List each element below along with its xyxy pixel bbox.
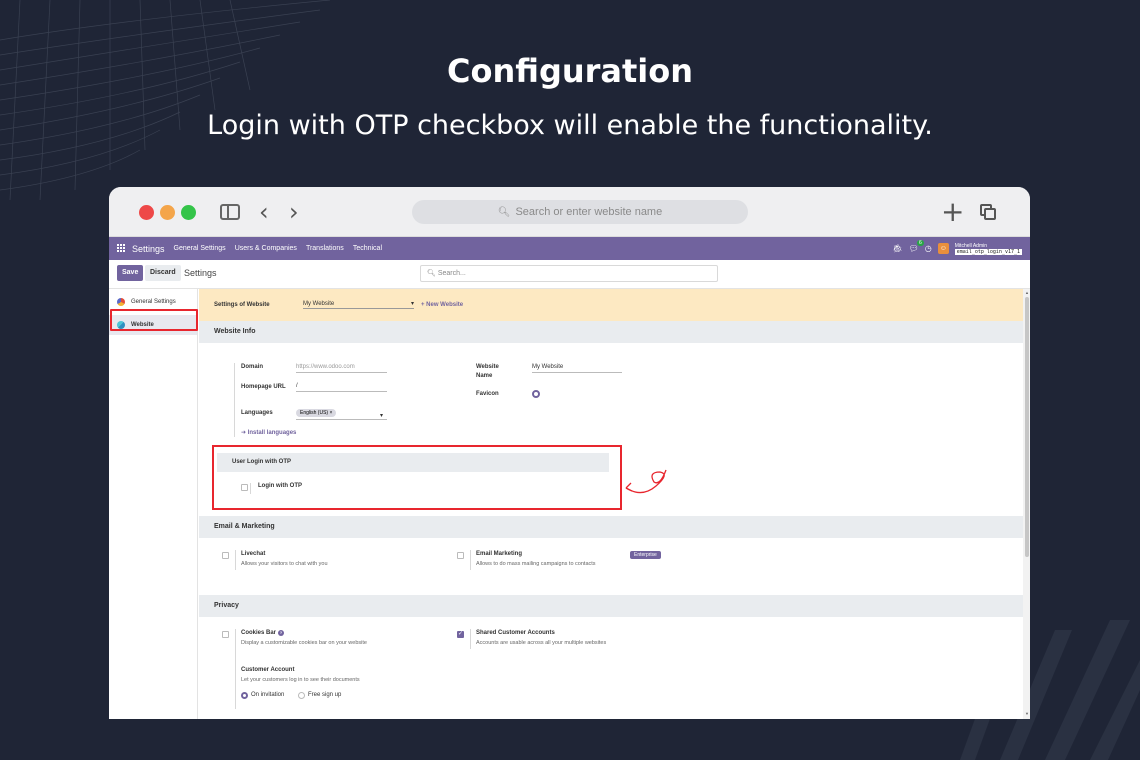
app-menu-grid-icon[interactable] xyxy=(117,244,126,253)
maximize-window-button[interactable] xyxy=(181,205,196,220)
navbar-systray: 🐞︎ 💬︎ 6 ◷ ☺ Mitchell Admin email_otp_logi… xyxy=(892,237,1022,260)
bug-icon[interactable]: 🐞︎ xyxy=(892,244,902,253)
on-invitation-label: On invitation xyxy=(251,692,285,698)
browser-toolbar: ‹ › 🔍︎ Search or enter website name + xyxy=(109,187,1030,237)
new-website-link[interactable]: + New Website xyxy=(421,302,463,308)
domain-label: Domain xyxy=(241,364,264,370)
scrollbar-thumb[interactable] xyxy=(1025,297,1029,557)
cookies-bar-desc: Display a customizable cookies bar on yo… xyxy=(241,640,367,646)
email-marketing-checkbox[interactable] xyxy=(457,552,464,559)
slide-subheading: Login with OTP checkbox will enable the … xyxy=(207,110,933,141)
website-select[interactable]: My Website xyxy=(303,300,414,309)
website-name-label: Website Name xyxy=(476,364,499,379)
language-tag[interactable]: English (US) × xyxy=(296,409,337,417)
sidebar-toggle-icon[interactable] xyxy=(220,204,240,220)
general-settings-icon xyxy=(117,298,125,306)
website-name-field[interactable]: My Website xyxy=(532,364,622,373)
highlight-box-otp xyxy=(212,445,622,510)
address-bar[interactable]: 🔍︎ Search or enter website name xyxy=(412,200,748,224)
search-placeholder: Search... xyxy=(437,270,466,277)
minimize-window-button[interactable] xyxy=(160,205,175,220)
homepage-url-field[interactable]: / xyxy=(296,383,387,392)
divider xyxy=(235,550,236,570)
languages-field[interactable] xyxy=(296,419,387,420)
otp-section: User Login with OTP Login with OTP xyxy=(199,443,1023,516)
email-marketing-desc: Allows to do mass mailing campaigns to c… xyxy=(476,561,596,567)
save-button[interactable]: Save xyxy=(117,265,144,281)
avatar[interactable]: ☺ xyxy=(937,243,949,254)
discard-button[interactable]: Discard xyxy=(145,265,181,281)
scroll-down-icon[interactable]: ▼ xyxy=(1025,711,1029,716)
chat-badge-count: 6 xyxy=(917,240,924,246)
customer-account-desc: Let your customers log in to see their d… xyxy=(241,677,360,683)
install-languages-link[interactable]: ➜ Install languages xyxy=(241,429,296,436)
settings-sidebar: General Settings Website xyxy=(109,289,198,719)
livechat-checkbox[interactable] xyxy=(222,552,229,559)
chevron-down-icon[interactable]: ▾ xyxy=(380,412,383,419)
forward-arrow-icon[interactable]: › xyxy=(289,198,299,226)
decorative-grid-lines xyxy=(0,0,330,200)
section-privacy: Privacy xyxy=(199,595,1023,617)
homepage-url-label: Homepage URL xyxy=(241,384,286,390)
email-marketing-block: Livechat Allows your visitors to chat wi… xyxy=(199,538,1023,595)
free-signup-radio[interactable] xyxy=(298,692,305,699)
odoo-top-navbar: Settings General Settings Users & Compan… xyxy=(109,237,1030,260)
chat-icon[interactable]: 💬︎ 6 xyxy=(909,240,924,253)
database-name: email_otp_login_v17_1 xyxy=(954,248,1022,255)
divider xyxy=(470,629,471,649)
search-icon: 🔍︎ xyxy=(497,207,511,218)
close-window-button[interactable] xyxy=(139,205,154,220)
divider xyxy=(234,363,235,437)
email-marketing-title: Email Marketing xyxy=(476,551,523,557)
website-info-block: Domain https://www.odoo.com Homepage URL… xyxy=(199,343,1023,443)
browser-window: ‹ › 🔍︎ Search or enter website name + Set… xyxy=(109,187,1030,719)
nav-users-companies[interactable]: Users & Companies xyxy=(235,245,297,252)
nav-technical[interactable]: Technical xyxy=(353,245,382,252)
website-selector-label: Settings of Website xyxy=(214,302,270,308)
privacy-block: Cookies Bar? Display a customizable cook… xyxy=(199,617,1023,719)
shared-accounts-title: Shared Customer Accounts xyxy=(476,630,555,636)
divider xyxy=(470,550,471,570)
section-email-marketing: Email & Marketing xyxy=(199,516,1023,538)
livechat-title: Livechat xyxy=(241,551,266,557)
slide-heading: Configuration xyxy=(446,52,694,90)
nav-app-name[interactable]: Settings xyxy=(132,244,165,254)
favicon-label: Favicon xyxy=(476,391,499,397)
annotation-arrow-icon xyxy=(625,469,667,494)
favicon-upload[interactable] xyxy=(532,390,540,398)
sidebar-item-label: General Settings xyxy=(131,299,176,305)
help-icon[interactable]: ? xyxy=(278,630,285,636)
scroll-up-icon[interactable]: ▲ xyxy=(1025,290,1029,295)
search-input[interactable]: 🔍︎ Search... xyxy=(420,265,718,282)
enterprise-badge: Enterprise xyxy=(630,551,661,559)
cookies-bar-title: Cookies Bar? xyxy=(241,630,285,636)
tabs-overview-icon[interactable] xyxy=(980,204,997,221)
back-arrow-icon[interactable]: ‹ xyxy=(259,198,269,226)
free-signup-label: Free sign up xyxy=(308,692,342,698)
nav-general-settings[interactable]: General Settings xyxy=(174,245,226,252)
customer-account-title: Customer Account xyxy=(241,667,295,673)
user-menu[interactable]: Mitchell Admin email_otp_login_v17_1 xyxy=(954,243,1022,255)
nav-translations[interactable]: Translations xyxy=(306,245,344,252)
shared-accounts-checkbox[interactable] xyxy=(457,630,464,638)
clock-icon[interactable]: ◷ xyxy=(925,244,932,253)
section-website-info: Website Info xyxy=(199,321,1023,343)
cookies-bar-label: Cookies Bar xyxy=(241,630,277,636)
website-selector-bar: Settings of Website My Website + New Web… xyxy=(199,289,1023,321)
highlight-box-website xyxy=(110,309,198,331)
new-tab-icon[interactable]: + xyxy=(941,195,964,228)
domain-field[interactable]: https://www.odoo.com xyxy=(296,364,387,373)
control-panel: Save Discard Settings 🔍︎ Search... xyxy=(109,260,1030,289)
on-invitation-radio[interactable] xyxy=(241,692,248,699)
cookies-bar-checkbox[interactable] xyxy=(222,631,229,638)
livechat-desc: Allows your visitors to chat with you xyxy=(241,561,328,567)
languages-label: Languages xyxy=(241,410,273,416)
settings-content: Settings of Website My Website + New Web… xyxy=(199,289,1023,719)
page-title: Settings xyxy=(184,268,217,278)
divider xyxy=(235,629,236,709)
shared-accounts-desc: Accounts are usable across all your mult… xyxy=(476,640,607,646)
address-bar-placeholder: Search or enter website name xyxy=(515,206,663,218)
